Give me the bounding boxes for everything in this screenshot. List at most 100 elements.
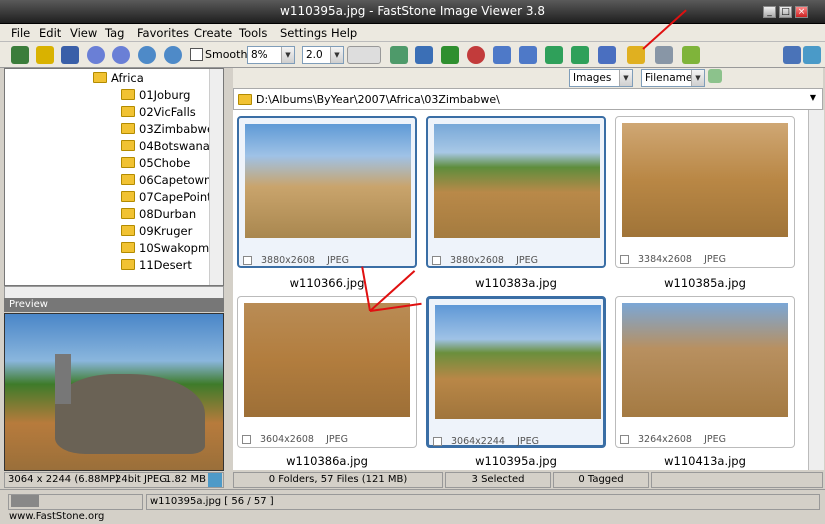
thumbnail[interactable]: 3384x2608 JPEG bbox=[615, 116, 795, 268]
logo-icon bbox=[11, 495, 39, 507]
status-selected: 3 Selected bbox=[445, 472, 551, 488]
status-folder-count: 0 Folders, 57 Files (121 MB) bbox=[233, 472, 443, 488]
status-tagged: 0 Tagged bbox=[553, 472, 649, 488]
folder-icon bbox=[121, 242, 135, 253]
thumbnail-name: w110383a.jpg bbox=[475, 276, 557, 290]
resize-icon[interactable] bbox=[390, 46, 408, 64]
window-title: w110395a.jpg - FastStone Image Viewer 3.… bbox=[280, 4, 545, 18]
paint-icon[interactable] bbox=[441, 46, 459, 64]
left-panel: Africa 01Joburg 02VicFalls 03Zimbabwe 04… bbox=[0, 68, 229, 488]
smooth-label: Smooth bbox=[205, 48, 248, 61]
browser-mode-icon[interactable] bbox=[783, 46, 801, 64]
crop-icon[interactable] bbox=[415, 46, 433, 64]
menu-bar: File Edit View Tag Favorites Create Tool… bbox=[0, 24, 825, 42]
fullscreen-icon[interactable] bbox=[598, 46, 616, 64]
chevron-down-icon: ▼ bbox=[330, 47, 343, 63]
fit-icon[interactable] bbox=[208, 473, 222, 487]
thumbnail[interactable]: 3264x2608 JPEG bbox=[615, 296, 795, 448]
print-icon[interactable] bbox=[655, 46, 673, 64]
thumbnail[interactable]: 3604x2608 JPEG bbox=[237, 296, 417, 448]
hand-tool-icon[interactable] bbox=[347, 46, 381, 64]
tree-root[interactable]: Africa bbox=[93, 71, 144, 88]
thumbnail-grid: 3880x2608 JPEG w110366.jpg 3880x2608 JPE… bbox=[233, 110, 808, 470]
step-combo[interactable]: 2.0 ▼ bbox=[302, 46, 344, 64]
zoom-value: 8% bbox=[251, 49, 268, 61]
thumbnail-checkbox[interactable] bbox=[432, 256, 441, 265]
thumbnail[interactable]: 3880x2608 JPEG bbox=[426, 116, 606, 268]
minimize-button[interactable]: _ bbox=[763, 6, 776, 18]
sort-combo[interactable]: Filename ▼ bbox=[641, 69, 705, 87]
thumbnail-checkbox[interactable] bbox=[620, 255, 629, 264]
folder-icon bbox=[121, 106, 135, 117]
tree-item[interactable]: 11Desert bbox=[121, 258, 192, 275]
menu-tools[interactable]: Tools bbox=[239, 26, 267, 40]
main-toolbar: Smooth 8% ▼ 2.0 ▼ bbox=[0, 42, 825, 68]
folder-icon[interactable] bbox=[36, 46, 54, 64]
sort-direction-icon[interactable] bbox=[708, 69, 722, 83]
rotate-left-icon[interactable] bbox=[493, 46, 511, 64]
folder-icon bbox=[121, 157, 135, 168]
thumbnail-image bbox=[434, 124, 600, 238]
fit-view-icon[interactable] bbox=[803, 46, 821, 64]
thumbnail-image bbox=[244, 303, 410, 417]
menu-settings[interactable]: Settings bbox=[280, 26, 327, 40]
previous-icon[interactable] bbox=[87, 46, 105, 64]
menu-edit[interactable]: Edit bbox=[39, 26, 61, 40]
folder-icon bbox=[121, 123, 135, 134]
compare-icon[interactable] bbox=[545, 46, 563, 64]
next-icon[interactable] bbox=[112, 46, 130, 64]
thumbnail-checkbox[interactable] bbox=[620, 435, 629, 444]
path-text: D:\Albums\ByYear\2007\Africa\03Zimbabwe\ bbox=[256, 93, 500, 106]
thumbnail-meta: 3604x2608 JPEG bbox=[260, 434, 348, 445]
menu-create[interactable]: Create bbox=[194, 26, 232, 40]
status-empty bbox=[651, 472, 823, 488]
tree-item[interactable]: 04Botswana bbox=[121, 139, 210, 156]
zoom-combo[interactable]: 8% ▼ bbox=[247, 46, 295, 64]
close-button[interactable]: × bbox=[795, 6, 808, 18]
tree-item[interactable]: 06Capetown bbox=[121, 173, 211, 190]
thumbnail-current[interactable]: 3064x2244 JPEG bbox=[426, 296, 606, 448]
tree-scrollbar[interactable] bbox=[209, 69, 223, 285]
thumbnail[interactable]: 3880x2608 JPEG bbox=[237, 116, 417, 268]
bottom-bar: www.FastStone.org w110395a.jpg [ 56 / 57… bbox=[0, 489, 825, 522]
folder-icon bbox=[121, 225, 135, 236]
rotate-right-icon[interactable] bbox=[519, 46, 537, 64]
zoom-out-icon[interactable] bbox=[164, 46, 182, 64]
current-file-info: w110395a.jpg [ 56 / 57 ] bbox=[146, 494, 820, 510]
tree-item[interactable]: 03Zimbabwe bbox=[121, 122, 214, 139]
zoom-in-icon[interactable] bbox=[138, 46, 156, 64]
thumbnail-checkbox[interactable] bbox=[242, 435, 251, 444]
menu-file[interactable]: File bbox=[11, 26, 30, 40]
tree-item[interactable]: 05Chobe bbox=[121, 156, 190, 173]
open-icon[interactable] bbox=[11, 46, 29, 64]
filter-combo[interactable]: Images ▼ bbox=[569, 69, 633, 87]
smooth-checkbox[interactable] bbox=[190, 48, 203, 61]
tree-item[interactable]: 09Kruger bbox=[121, 224, 192, 241]
grid-scrollbar[interactable] bbox=[808, 110, 824, 470]
tree-item[interactable]: 08Durban bbox=[121, 207, 196, 224]
path-bar[interactable]: D:\Albums\ByYear\2007\Africa\03Zimbabwe\… bbox=[233, 88, 823, 110]
thumbnail-meta: 3064x2244 JPEG bbox=[451, 436, 539, 447]
thumbnail-image bbox=[622, 123, 788, 237]
menu-tag[interactable]: Tag bbox=[105, 26, 124, 40]
slideshow-icon[interactable] bbox=[571, 46, 589, 64]
elephant-shape bbox=[55, 374, 205, 454]
thumbnail-name: w110385a.jpg bbox=[664, 276, 746, 290]
tree-item[interactable]: 02VicFalls bbox=[121, 105, 196, 122]
maximize-button[interactable]: □ bbox=[779, 6, 792, 18]
menu-help[interactable]: Help bbox=[331, 26, 357, 40]
save-icon[interactable] bbox=[61, 46, 79, 64]
title-bar: w110395a.jpg - FastStone Image Viewer 3.… bbox=[0, 0, 825, 24]
chevron-down-icon[interactable]: ▼ bbox=[810, 93, 816, 102]
thumbnail-checkbox[interactable] bbox=[243, 256, 252, 265]
menu-favorites[interactable]: Favorites bbox=[137, 26, 189, 40]
folder-icon bbox=[93, 72, 107, 83]
folder-icon bbox=[121, 208, 135, 219]
thumbnail-checkbox[interactable] bbox=[433, 437, 442, 446]
folder-tree[interactable]: Africa 01Joburg 02VicFalls 03Zimbabwe 04… bbox=[4, 68, 224, 286]
tree-item[interactable]: 07CapePoint bbox=[121, 190, 212, 207]
red-eye-icon[interactable] bbox=[467, 46, 485, 64]
menu-view[interactable]: View bbox=[70, 26, 97, 40]
tree-item[interactable]: 01Joburg bbox=[121, 88, 190, 105]
settings-icon[interactable] bbox=[682, 46, 700, 64]
